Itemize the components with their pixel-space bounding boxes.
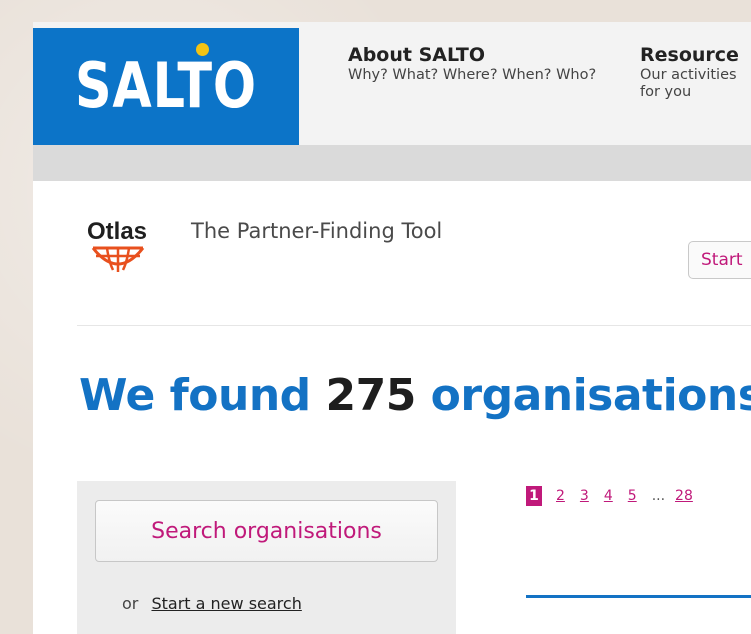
tool-tagline: The Partner-Finding Tool bbox=[191, 219, 443, 243]
results-headline: We found 275 organisations bbox=[79, 370, 751, 421]
globe-icon bbox=[91, 246, 145, 272]
results-count: 275 bbox=[325, 370, 416, 421]
nav-resource-title: Resource bbox=[640, 44, 739, 66]
nav-resource-subtitle: Our activities for you bbox=[640, 67, 737, 100]
or-text: or bbox=[122, 594, 139, 613]
nav-about-subtitle: Why? What? Where? When? Who? bbox=[348, 67, 597, 83]
page-ellipsis: ... bbox=[651, 488, 666, 504]
subnav-band bbox=[33, 145, 751, 181]
nav-about-salto[interactable]: About SALTO Why? What? Where? When? Who? bbox=[348, 44, 598, 84]
salto-logo[interactable]: SALTO bbox=[33, 28, 299, 145]
site-header: SALTO About SALTO Why? What? Where? When… bbox=[33, 22, 751, 145]
nav-about-title: About SALTO bbox=[348, 44, 486, 66]
otlas-brand-text: Otlas bbox=[87, 218, 148, 245]
divider bbox=[77, 325, 751, 326]
search-sidebar: Search organisations or Start a new sear… bbox=[77, 481, 456, 634]
new-search-line: or Start a new search bbox=[122, 594, 302, 613]
sun-dot-icon bbox=[196, 43, 209, 56]
otlas-logo[interactable]: Otlas bbox=[87, 218, 163, 282]
search-organisations-button[interactable]: Search organisations bbox=[95, 500, 438, 562]
salto-logo-text: SALTO bbox=[75, 49, 257, 122]
results-list-top-border bbox=[526, 595, 751, 598]
page-link-3[interactable]: 3 bbox=[580, 488, 589, 504]
page-link-last[interactable]: 28 bbox=[675, 488, 693, 504]
start-button[interactable]: Start bbox=[688, 241, 751, 279]
page: SALTO About SALTO Why? What? Where? When… bbox=[33, 22, 751, 634]
page-link-5[interactable]: 5 bbox=[628, 488, 637, 504]
page-current[interactable]: 1 bbox=[526, 486, 542, 506]
nav-resource[interactable]: Resource Our activities for you bbox=[640, 44, 751, 101]
headline-suffix: organisations bbox=[430, 370, 751, 421]
page-link-2[interactable]: 2 bbox=[556, 488, 565, 504]
start-new-search-link[interactable]: Start a new search bbox=[151, 594, 301, 613]
headline-prefix: We found bbox=[79, 370, 311, 421]
pagination: 1 2 3 4 5 ... 28 bbox=[526, 486, 708, 506]
page-link-4[interactable]: 4 bbox=[604, 488, 613, 504]
